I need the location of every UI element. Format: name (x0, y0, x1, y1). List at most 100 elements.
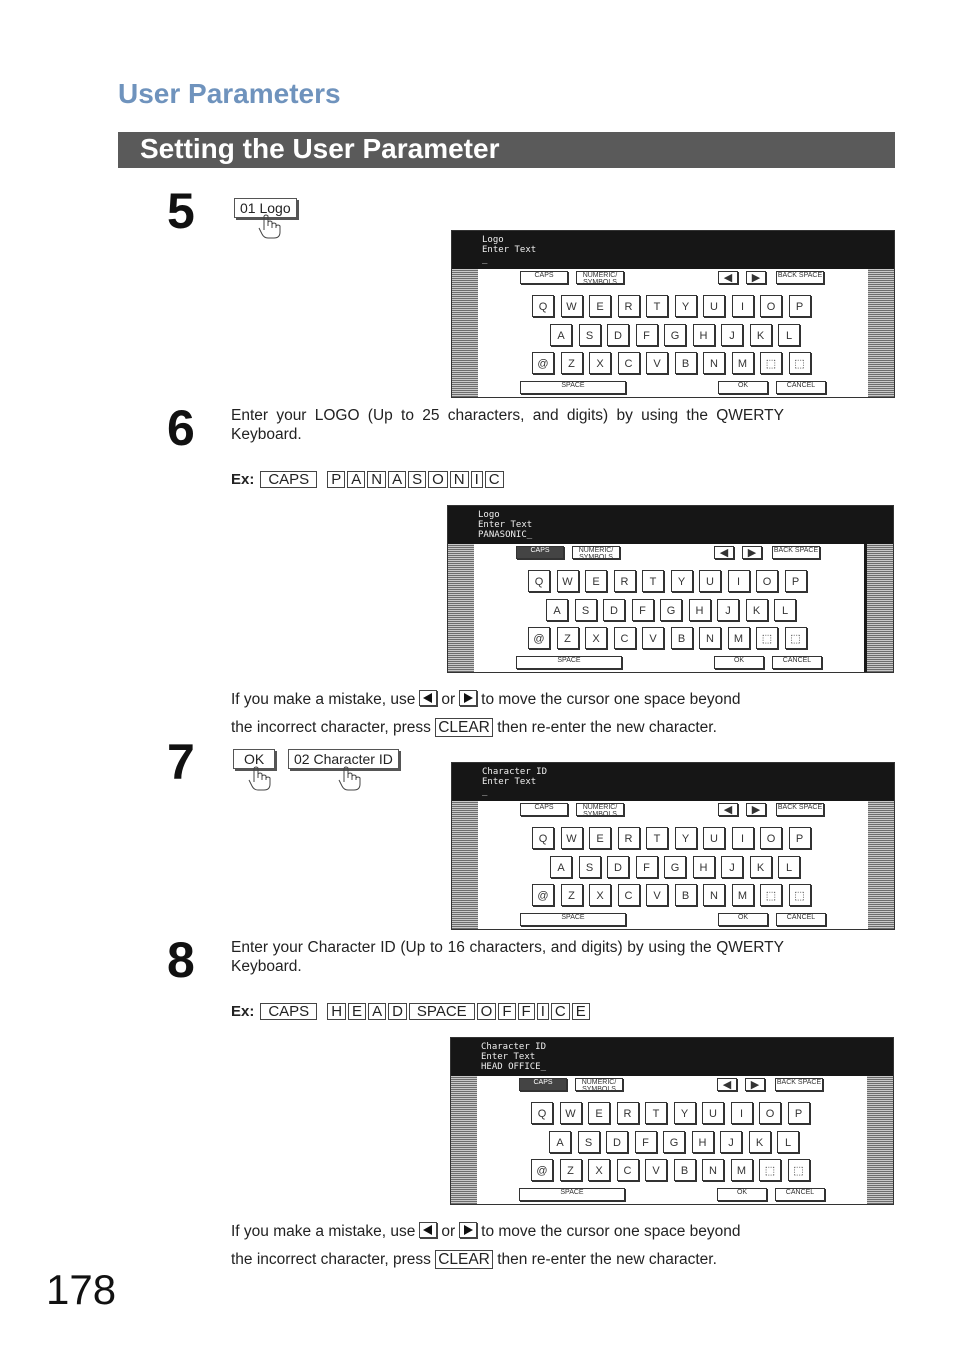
key-caps[interactable]: CAPS (520, 271, 568, 284)
key-x[interactable]: X (585, 627, 607, 649)
key-q[interactable]: Q (532, 827, 554, 849)
key-m[interactable]: M (730, 1159, 753, 1181)
key-r[interactable]: R (617, 827, 640, 849)
key-o[interactable]: O (760, 295, 782, 317)
key-i[interactable]: I (731, 827, 754, 849)
key-w[interactable]: W (560, 827, 583, 849)
key-s[interactable]: S (577, 1131, 600, 1153)
key-back-space[interactable]: BACK SPACE (775, 1078, 823, 1091)
key--[interactable]: ◀ (714, 546, 734, 559)
key-f[interactable]: F (631, 599, 654, 621)
key-s[interactable]: S (574, 599, 597, 621)
key-n[interactable]: N (703, 884, 725, 906)
key-o[interactable]: O (759, 1102, 781, 1124)
key--[interactable]: ▶ (742, 546, 762, 559)
key-cancel[interactable]: CANCEL (772, 656, 822, 669)
key-@[interactable]: @ (532, 352, 554, 374)
key-g[interactable]: G (660, 599, 682, 621)
key-f[interactable]: F (635, 324, 658, 346)
key-u[interactable]: U (703, 827, 725, 849)
key-g[interactable]: G (664, 324, 686, 346)
key-m[interactable]: M (727, 627, 750, 649)
key-caps[interactable]: CAPS (520, 803, 568, 816)
key-u[interactable]: U (699, 570, 721, 592)
key-x[interactable]: X (589, 884, 611, 906)
key-i[interactable]: I (731, 295, 754, 317)
key-f[interactable]: F (635, 856, 658, 878)
key-t[interactable]: T (642, 570, 664, 592)
key-numeric-symbols[interactable]: NUMERIC/ SYMBOLS (576, 271, 624, 286)
key-x[interactable]: X (589, 352, 611, 374)
key-k[interactable]: K (748, 1131, 771, 1153)
key-back-space[interactable]: BACK SPACE (772, 546, 820, 559)
key--[interactable]: ⬚ (759, 1159, 781, 1181)
key-z[interactable]: Z (556, 627, 579, 649)
key-v[interactable]: V (645, 1159, 667, 1181)
key-t[interactable]: T (645, 1102, 667, 1124)
key-caps[interactable]: CAPS (516, 546, 564, 559)
key-t[interactable]: T (646, 295, 668, 317)
key-cancel[interactable]: CANCEL (775, 1188, 825, 1201)
key-e[interactable]: E (589, 827, 611, 849)
key--[interactable]: ⬚ (787, 1159, 810, 1181)
key-g[interactable]: G (663, 1131, 685, 1153)
key-g[interactable]: G (664, 856, 686, 878)
key-d[interactable]: D (603, 599, 625, 621)
key-x[interactable]: X (588, 1159, 610, 1181)
key--[interactable]: ⬚ (788, 352, 811, 374)
key-@[interactable]: @ (531, 1159, 553, 1181)
key-s[interactable]: S (578, 856, 601, 878)
key-k[interactable]: K (745, 599, 768, 621)
key-l[interactable]: L (778, 856, 800, 878)
key-ok[interactable]: OK (717, 1188, 767, 1201)
key--[interactable]: ⬚ (760, 352, 782, 374)
key-j[interactable]: J (717, 599, 739, 621)
key-o[interactable]: O (756, 570, 778, 592)
key-b[interactable]: B (670, 627, 693, 649)
key-b[interactable]: B (674, 352, 697, 374)
key-q[interactable]: Q (532, 295, 554, 317)
key-i[interactable]: I (727, 570, 750, 592)
key-h[interactable]: H (692, 324, 715, 346)
key-h[interactable]: H (691, 1131, 714, 1153)
key-p[interactable]: P (787, 1102, 810, 1124)
key-ok[interactable]: OK (718, 381, 768, 394)
key-space[interactable]: SPACE (520, 913, 626, 926)
key--[interactable]: ⬚ (784, 627, 807, 649)
key-n[interactable]: N (702, 1159, 724, 1181)
key--[interactable]: ▶ (745, 1078, 765, 1091)
key-w[interactable]: W (559, 1102, 582, 1124)
key-back-space[interactable]: BACK SPACE (776, 271, 824, 284)
key-numeric-symbols[interactable]: NUMERIC/ SYMBOLS (575, 1078, 623, 1093)
key-c[interactable]: C (617, 884, 640, 906)
key-i[interactable]: I (730, 1102, 753, 1124)
key-f[interactable]: F (634, 1131, 657, 1153)
key-r[interactable]: R (616, 1102, 639, 1124)
key-v[interactable]: V (642, 627, 664, 649)
key--[interactable]: ▶ (746, 271, 766, 284)
key-t[interactable]: T (646, 827, 668, 849)
key-d[interactable]: D (607, 856, 629, 878)
key-a[interactable]: A (546, 599, 568, 621)
key-b[interactable]: B (673, 1159, 696, 1181)
key-l[interactable]: L (774, 599, 796, 621)
key-z[interactable]: Z (560, 884, 583, 906)
key-a[interactable]: A (549, 1131, 571, 1153)
key-y[interactable]: Y (674, 827, 697, 849)
key-k[interactable]: K (749, 856, 772, 878)
key-k[interactable]: K (749, 324, 772, 346)
key-w[interactable]: W (556, 570, 579, 592)
key-l[interactable]: L (778, 324, 800, 346)
key-space[interactable]: SPACE (516, 656, 622, 669)
key-j[interactable]: J (721, 856, 743, 878)
key--[interactable]: ◀ (718, 271, 738, 284)
key-h[interactable]: H (692, 856, 715, 878)
key-e[interactable]: E (585, 570, 607, 592)
key-numeric-symbols[interactable]: NUMERIC/ SYMBOLS (576, 803, 624, 818)
key-z[interactable]: Z (559, 1159, 582, 1181)
key-m[interactable]: M (731, 352, 754, 374)
key-a[interactable]: A (550, 856, 572, 878)
key-back-space[interactable]: BACK SPACE (776, 803, 824, 816)
key-j[interactable]: J (720, 1131, 742, 1153)
key-ok[interactable]: OK (718, 913, 768, 926)
